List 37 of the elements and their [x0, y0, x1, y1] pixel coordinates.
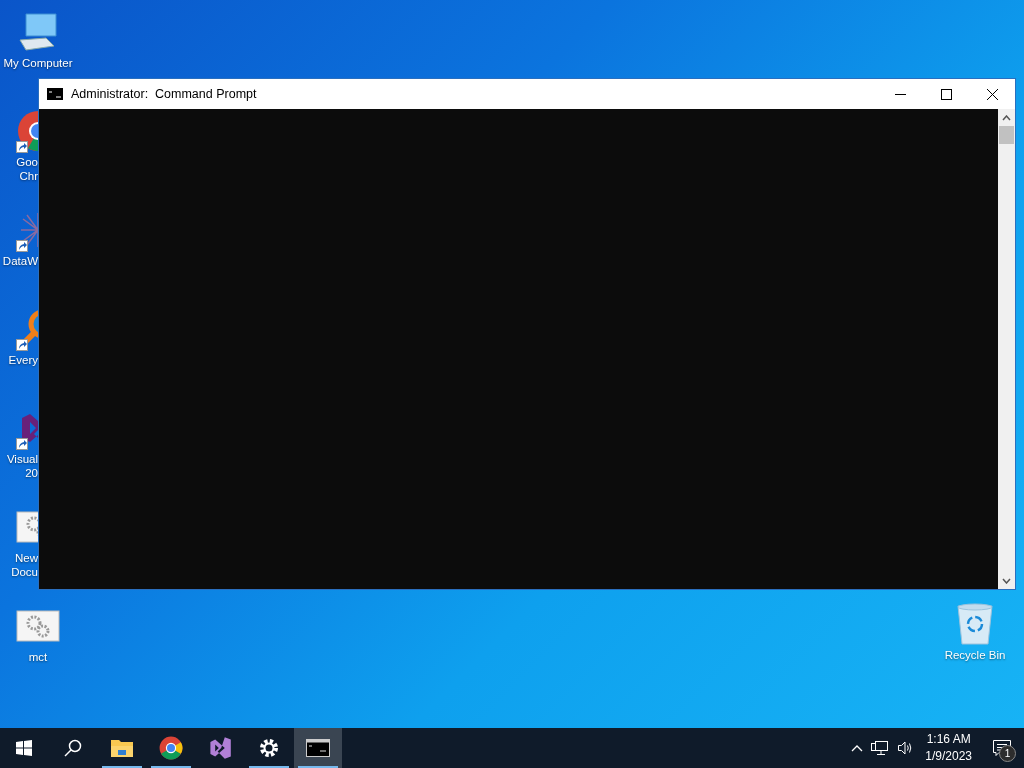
notifications-button[interactable]: 1 [980, 728, 1024, 768]
search-icon [64, 739, 82, 757]
chevron-up-icon [1002, 114, 1011, 121]
minimize-icon [894, 93, 906, 95]
icon-label: Every [8, 353, 38, 367]
maximize-icon [940, 88, 952, 100]
icon-label: mct [28, 650, 48, 664]
console-icon [306, 739, 330, 757]
icon-label: Visual [6, 452, 38, 466]
taskbar-app-button[interactable] [294, 728, 342, 768]
speaker-icon [897, 740, 914, 756]
clock[interactable]: 1:16 AM 1/9/2023 [917, 728, 980, 768]
scrollbar[interactable] [998, 109, 1015, 589]
close-icon [986, 88, 998, 100]
window-title: Administrator: Command Prompt [71, 87, 258, 101]
icon-label: Docu [11, 565, 38, 579]
icon-label: My Computer [3, 56, 73, 70]
settings-icon [259, 738, 279, 758]
icon-label: DataW [2, 254, 38, 268]
icon-label: Recycle Bin [944, 648, 1006, 662]
chevron-down-icon [1002, 577, 1011, 584]
icon-label: Goo [16, 155, 38, 169]
computer-icon [16, 10, 60, 54]
chevron-up-icon [851, 744, 864, 752]
recycle-bin-icon [956, 602, 994, 646]
icon-label: Chr [19, 169, 38, 183]
notification-icon [993, 740, 1011, 756]
windows-logo-icon [16, 740, 32, 756]
settings-file-icon [16, 610, 60, 642]
console-icon [47, 88, 63, 100]
chrome-icon [159, 736, 183, 760]
scrollbar-thumb[interactable] [999, 126, 1014, 144]
notification-count: 1 [999, 745, 1016, 762]
icon-label: New [15, 551, 38, 565]
icon-label: 20 [25, 466, 38, 480]
studio-icon [208, 736, 232, 760]
folder-icon [110, 738, 134, 758]
